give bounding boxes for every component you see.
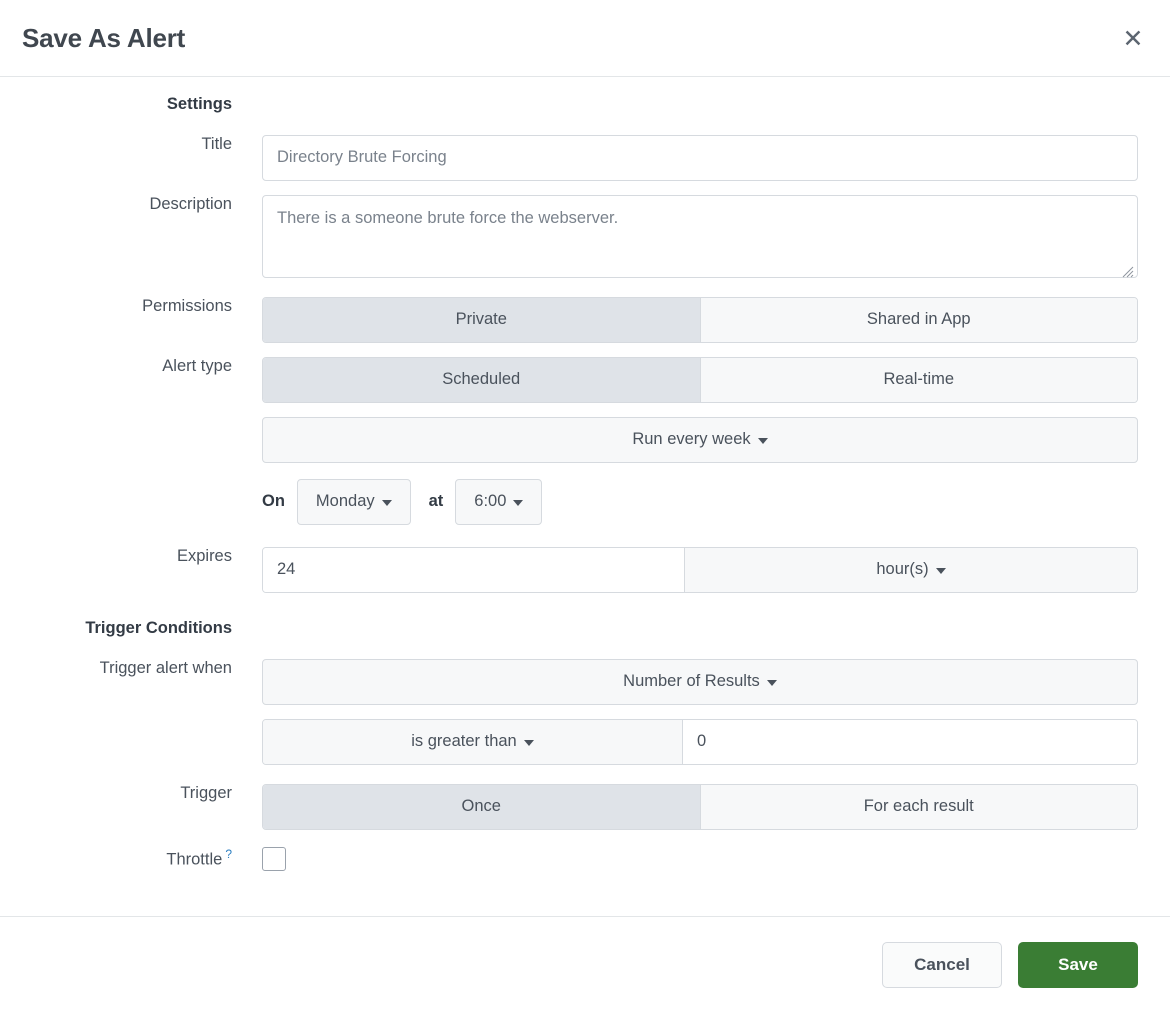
trigger-conditions-section-label: Trigger Conditions [85,618,232,637]
chevron-down-icon [381,499,392,506]
schedule-time-value: 6:00 [474,492,507,511]
schedule-frequency-value: Run every week [632,430,751,449]
throttle-checkbox[interactable] [262,846,286,871]
chevron-down-icon [757,437,768,444]
trigger-alert-when-field-wrap: Number of Results is greater than [262,658,1170,765]
save-as-alert-modal: Save As Alert ✕ Settings Title Descripti… [0,0,1170,1013]
description-textarea-wrap: There is a someone brute force the webse… [262,194,1138,283]
alert-type-field-wrap: Scheduled Real-time Run every week On Mo… [262,356,1170,525]
permissions-field-wrap: Private Shared in App [262,296,1170,343]
expires-value-input[interactable] [263,547,685,592]
expires-label: Expires [176,546,232,565]
description-label: Description [149,194,232,213]
title-field-wrap [262,134,1170,181]
chevron-down-icon [513,499,524,506]
title-label: Title [201,134,232,153]
expires-unit-dropdown[interactable]: hour(s) [685,547,1137,592]
trigger-metric-dropdown[interactable]: Number of Results [262,658,1138,705]
modal-footer: Cancel Save [0,916,1170,1013]
chevron-down-icon [523,739,534,746]
schedule-frequency-dropdown[interactable]: Run every week [262,416,1138,463]
permissions-row: Permissions Private Shared in App [0,296,1170,343]
schedule-day-dropdown[interactable]: Monday [296,478,411,525]
trigger-alert-when-row: Trigger alert when Number of Results is … [0,658,1170,765]
schedule-day-time-row: On Monday at 6:00 [262,478,1138,525]
throttle-label: Throttle [166,850,223,869]
expires-unit-value: hour(s) [876,560,929,579]
cancel-button[interactable]: Cancel [882,942,1002,988]
throttle-row: Throttle? [0,846,1170,871]
help-icon[interactable]: ? [225,847,232,861]
trigger-field-wrap: Once For each result [262,783,1170,830]
permissions-option-private[interactable]: Private [263,297,701,342]
description-field-wrap: There is a someone brute force the webse… [262,194,1170,283]
schedule-at-label: at [428,492,444,511]
trigger-option-for-each-result[interactable]: For each result [700,784,1137,829]
expires-split-field: hour(s) [262,546,1138,593]
modal-body: Settings Title Description There is a so… [0,77,1170,915]
trigger-operator-value: is greater than [411,732,517,751]
expires-field-wrap: hour(s) [262,546,1170,593]
throttle-field-wrap [262,846,1170,871]
trigger-operator-dropdown[interactable]: is greater than [263,719,683,764]
permissions-segmented-control: Private Shared in App [262,296,1138,343]
close-icon[interactable]: ✕ [1116,22,1150,56]
modal-header: Save As Alert ✕ [0,0,1170,77]
settings-section: Settings [0,93,1170,115]
permissions-option-shared-in-app[interactable]: Shared in App [700,297,1137,342]
alert-type-label: Alert type [162,356,232,375]
expires-row: Expires hour(s) [0,546,1170,593]
chevron-down-icon [935,567,946,574]
alert-type-segmented-control: Scheduled Real-time [262,356,1138,403]
trigger-label: Trigger [180,783,232,802]
trigger-alert-when-label: Trigger alert when [99,658,232,677]
page-title: Save As Alert [22,22,186,53]
save-button[interactable]: Save [1018,942,1138,988]
description-row: Description There is a someone brute for… [0,194,1170,283]
chevron-down-icon [766,679,777,686]
trigger-conditions-section: Trigger Conditions [0,617,1170,639]
schedule-time-dropdown[interactable]: 6:00 [455,478,543,525]
permissions-label: Permissions [142,296,232,315]
description-textarea[interactable]: There is a someone brute force the webse… [262,194,1138,278]
title-input[interactable] [262,134,1138,181]
throttle-label-wrap: Throttle? [0,847,262,870]
alert-type-row: Alert type Scheduled Real-time Run every… [0,356,1170,525]
trigger-row: Trigger Once For each result [0,783,1170,830]
trigger-option-once[interactable]: Once [263,784,701,829]
trigger-metric-value: Number of Results [623,672,760,691]
trigger-segmented-control: Once For each result [262,783,1138,830]
schedule-day-value: Monday [315,492,375,511]
settings-section-label: Settings [166,95,232,113]
trigger-condition-split-field: is greater than [262,718,1138,765]
alert-type-option-real-time[interactable]: Real-time [700,357,1137,402]
alert-type-option-scheduled[interactable]: Scheduled [263,357,701,402]
trigger-threshold-input[interactable] [683,719,1137,764]
title-row: Title [0,134,1170,181]
schedule-on-label: On [262,492,285,511]
